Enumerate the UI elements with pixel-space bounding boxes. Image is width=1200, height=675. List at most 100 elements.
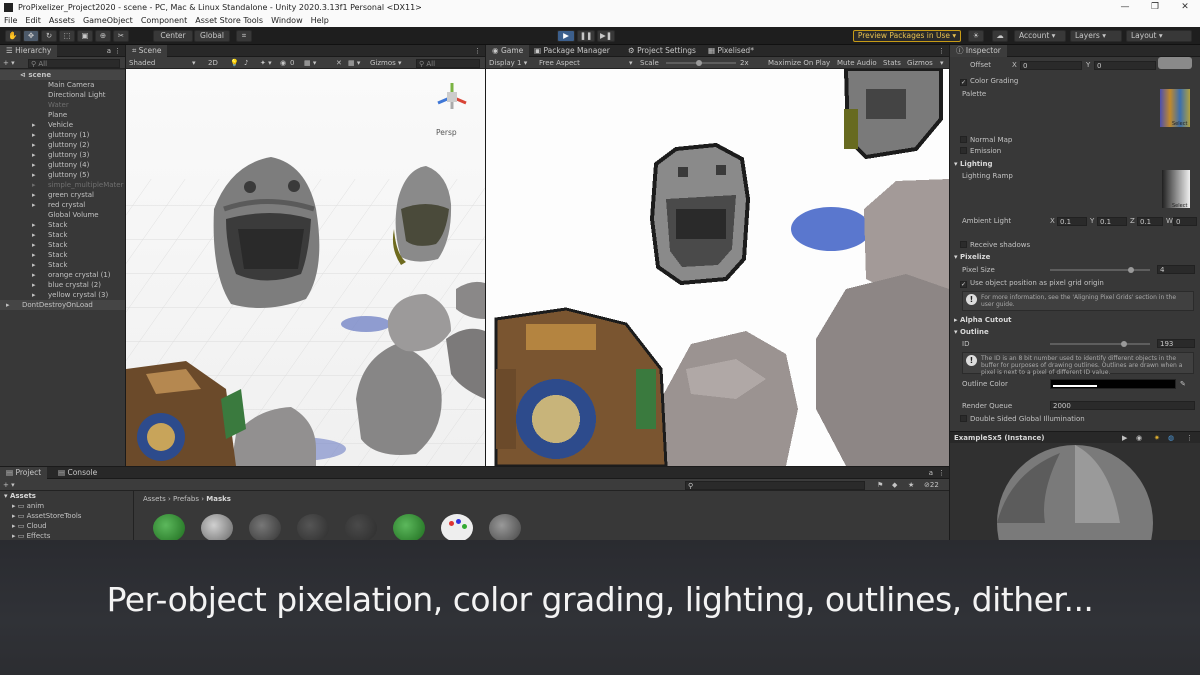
expand-arrow-icon[interactable]: ▸ bbox=[32, 270, 36, 280]
hierarchy-tab[interactable]: ☰ Hierarchy bbox=[0, 45, 58, 57]
kebab-menu-icon[interactable]: ⋮ bbox=[114, 45, 121, 57]
expand-arrow-icon[interactable]: ▸ bbox=[32, 180, 36, 190]
expand-arrow-icon[interactable]: ▸ bbox=[32, 280, 36, 290]
palette-select-button[interactable]: Select bbox=[1172, 119, 1187, 129]
hierarchy-item[interactable]: ▸ DontDestroyOnLoad bbox=[0, 300, 125, 310]
visibility-icon[interactable]: ◉ bbox=[280, 57, 286, 69]
hierarchy-item[interactable]: ▸ simple_multipleMater bbox=[0, 180, 125, 190]
pause-button[interactable]: ❚❚ bbox=[577, 30, 595, 42]
scale-tool-icon[interactable]: ⬚ bbox=[59, 30, 75, 42]
favorite-icon[interactable]: ★ bbox=[908, 479, 914, 491]
game-viewport[interactable] bbox=[486, 69, 949, 466]
expand-arrow-icon[interactable]: ▸ bbox=[32, 240, 36, 250]
rect-tool-icon[interactable]: ▣ bbox=[77, 30, 93, 42]
hierarchy-item[interactable]: Water bbox=[0, 100, 125, 110]
render-queue-field[interactable]: 2000 bbox=[1050, 401, 1195, 410]
expand-arrow-icon[interactable]: ▸ bbox=[32, 190, 36, 200]
palette-asset-icon[interactable] bbox=[441, 514, 473, 542]
grid-icon[interactable]: ▦ ▾ bbox=[348, 57, 360, 69]
pixelize-section-header[interactable]: ▾ Pixelize bbox=[954, 252, 990, 262]
tools-icon[interactable]: ✕ bbox=[336, 57, 342, 69]
pixel-size-field[interactable]: 4 bbox=[1157, 265, 1195, 274]
preview-light-icon[interactable]: ✷ bbox=[1154, 433, 1160, 443]
layers-dropdown[interactable]: Layers ▾ bbox=[1070, 30, 1122, 42]
game-tab[interactable]: ◉ Game bbox=[486, 45, 530, 57]
breadcrumb-assets[interactable]: Assets bbox=[143, 495, 166, 503]
use-object-position-checkbox[interactable]: ✓ bbox=[960, 281, 967, 288]
expand-arrow-icon[interactable]: ▸ bbox=[32, 200, 36, 210]
id-slider-knob[interactable] bbox=[1121, 341, 1128, 347]
menu-window[interactable]: Window bbox=[267, 16, 307, 25]
hierarchy-item[interactable]: ▸ yellow crystal (3) bbox=[0, 290, 125, 300]
receive-shadows-toggle[interactable]: Receive shadows bbox=[960, 240, 1030, 250]
use-object-position-toggle[interactable]: ✓ Use object position as pixel grid origi… bbox=[960, 278, 1104, 288]
scene-viewport[interactable]: Persp bbox=[126, 69, 485, 466]
project-add-icon[interactable]: + ▾ bbox=[3, 481, 15, 489]
hierarchy-item[interactable]: ▸ gluttony (4) bbox=[0, 160, 125, 170]
normal-map-toggle[interactable]: Normal Map bbox=[960, 135, 1012, 145]
hierarchy-item[interactable]: ▸ Stack bbox=[0, 240, 125, 250]
receive-shadows-checkbox[interactable] bbox=[960, 241, 967, 248]
custom-tool-icon[interactable]: ✂ bbox=[113, 30, 129, 42]
aspect-dropdown[interactable]: Free Aspect bbox=[539, 57, 580, 69]
camera-settings-icon[interactable]: ▦ ▾ bbox=[304, 57, 316, 69]
hierarchy-item[interactable]: ▸ blue crystal (2) bbox=[0, 280, 125, 290]
layout-dropdown[interactable]: Layout ▾ bbox=[1126, 30, 1192, 42]
outline-color-swatch[interactable] bbox=[1050, 379, 1176, 389]
pixel-size-slider-knob[interactable] bbox=[1128, 267, 1135, 273]
mute-audio-toggle[interactable]: Mute Audio bbox=[837, 57, 877, 69]
alpha-cutout-section-header[interactable]: ▸ Alpha Cutout bbox=[954, 315, 1012, 325]
ambient-y-field[interactable]: 0.1 bbox=[1097, 217, 1127, 226]
rotate-tool-icon[interactable]: ↻ bbox=[41, 30, 57, 42]
expand-arrow-icon[interactable]: ▸ bbox=[6, 300, 10, 310]
eyedropper-icon[interactable]: ✎ bbox=[1180, 379, 1186, 389]
hierarchy-item[interactable]: ▸ Stack bbox=[0, 250, 125, 260]
hierarchy-item[interactable]: ▸ Stack bbox=[0, 220, 125, 230]
asset-thumbnail[interactable] bbox=[489, 514, 521, 542]
folder-item[interactable]: ▸ ▭ AssetStoreTools bbox=[12, 511, 81, 521]
account-dropdown[interactable]: Account ▾ bbox=[1014, 30, 1066, 42]
normal-map-checkbox[interactable] bbox=[960, 136, 967, 143]
inspector-tab[interactable]: ⓘ Inspector bbox=[950, 45, 1007, 57]
assets-root-folder[interactable]: ▾ Assets bbox=[4, 491, 36, 501]
maximize-button[interactable]: ❐ bbox=[1140, 0, 1170, 14]
transform-tool-icon[interactable]: ⊕ bbox=[95, 30, 111, 42]
expand-arrow-icon[interactable]: ▸ bbox=[32, 170, 36, 180]
expand-arrow-icon[interactable]: ▸ bbox=[32, 140, 36, 150]
ambient-z-field[interactable]: 0.1 bbox=[1137, 217, 1163, 226]
hierarchy-item[interactable]: ▸ gluttony (5) bbox=[0, 170, 125, 180]
menu-edit[interactable]: Edit bbox=[21, 16, 45, 25]
menu-component[interactable]: Component bbox=[137, 16, 191, 25]
filter-label-icon[interactable]: ◆ bbox=[892, 479, 897, 491]
expand-arrow-icon[interactable]: ▸ bbox=[32, 150, 36, 160]
texture-preview-thumbnail[interactable] bbox=[1158, 57, 1192, 69]
pixelised-tab[interactable]: ▦ Pixelised* bbox=[702, 45, 760, 57]
hierarchy-item[interactable]: Global Volume bbox=[0, 210, 125, 220]
id-slider[interactable] bbox=[1050, 341, 1150, 347]
expand-arrow-icon[interactable]: ▸ bbox=[32, 290, 36, 300]
lock-icon[interactable]: a bbox=[107, 45, 111, 57]
asset-thumbnail[interactable] bbox=[393, 514, 425, 542]
scene-search-input[interactable]: ⚲ All bbox=[416, 59, 480, 68]
offset-y-field[interactable]: 0 bbox=[1094, 61, 1156, 70]
asset-thumbnail[interactable] bbox=[249, 514, 281, 542]
hierarchy-item[interactable]: ▸ green crystal bbox=[0, 190, 125, 200]
hierarchy-item[interactable]: ▸ red crystal bbox=[0, 200, 125, 210]
hidden-packages-icon[interactable]: ⊘22 bbox=[924, 479, 939, 491]
project-search-input[interactable]: ⚲ bbox=[685, 481, 865, 490]
expand-arrow-icon[interactable]: ▸ bbox=[32, 220, 36, 230]
project-tab[interactable]: ▤ Project bbox=[0, 467, 48, 479]
material-preview-viewport[interactable] bbox=[950, 443, 1200, 540]
ambient-w-field[interactable]: 0 bbox=[1173, 217, 1197, 226]
scene-tab[interactable]: ⌗ Scene bbox=[126, 45, 168, 57]
expand-arrow-icon[interactable]: ▸ bbox=[32, 120, 36, 130]
shading-dropdown[interactable]: Shaded bbox=[129, 57, 201, 69]
scene-menu-icon[interactable]: ⋮ bbox=[474, 45, 481, 57]
project-lock-icon[interactable]: a bbox=[929, 467, 933, 479]
double-sided-gi-checkbox[interactable] bbox=[960, 415, 967, 422]
hierarchy-item[interactable]: Main Camera bbox=[0, 80, 125, 90]
preview-packages-button[interactable]: Preview Packages in Use ▾ bbox=[853, 30, 961, 42]
filter-type-icon[interactable]: ⚑ bbox=[877, 479, 883, 491]
minimize-button[interactable]: — bbox=[1110, 0, 1140, 14]
project-menu-icon[interactable]: ⋮ bbox=[938, 467, 945, 479]
